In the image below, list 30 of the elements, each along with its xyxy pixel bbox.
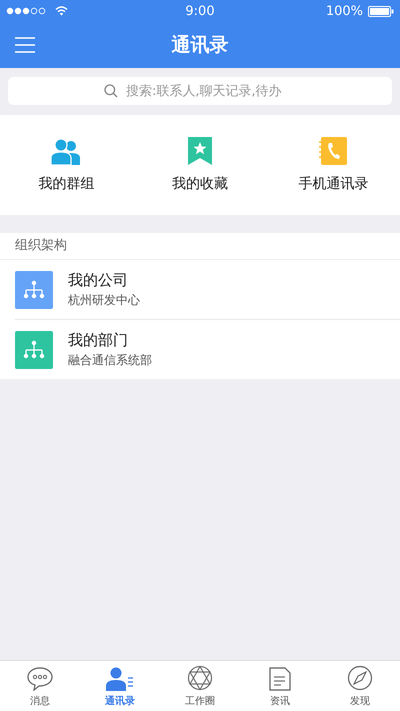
shortcut-label[interactable]: 手机通讯录 (298, 175, 368, 193)
tab-item[interactable]: 工作圈 (160, 661, 240, 711)
battery-icon (368, 6, 394, 16)
document-icon (269, 667, 291, 691)
compass-icon (347, 665, 373, 691)
org-chart-icon[interactable] (15, 270, 53, 308)
org-subtitle: 融合通信系统部 (68, 352, 152, 368)
org-title[interactable]: 我的部门 (68, 330, 152, 350)
page-title: 通讯录 (172, 33, 228, 58)
shortcut-label[interactable]: 我的收藏 (172, 175, 228, 193)
org-subtitle: 杭州研发中心 (68, 292, 140, 308)
wifi-icon (55, 6, 68, 16)
people-icon[interactable] (50, 138, 83, 165)
tab-item[interactable]: 资讯 (240, 661, 320, 711)
tab-item[interactable]: 发现 (320, 661, 400, 711)
menu-icon[interactable] (15, 37, 35, 53)
chat-bubble-icon (27, 667, 53, 691)
contact-person-icon (106, 667, 134, 691)
tab-item[interactable]: 消息 (0, 661, 80, 711)
org-title[interactable]: 我的公司 (68, 270, 140, 290)
bookmark-star-icon[interactable] (188, 137, 212, 165)
search-icon (104, 84, 118, 98)
tab-item[interactable]: 通讯录 (80, 661, 160, 711)
org-chart-icon[interactable] (15, 330, 53, 368)
phone-book-icon[interactable] (319, 137, 348, 165)
section-header: 组织架构 (0, 233, 400, 260)
status-time: 9:00 (184, 4, 216, 18)
battery-percent: 100% (326, 4, 363, 18)
search-field[interactable]: 搜索:联系人,聊天记录,待办 (8, 77, 392, 105)
shortcut-label[interactable]: 我的群组 (38, 175, 95, 193)
